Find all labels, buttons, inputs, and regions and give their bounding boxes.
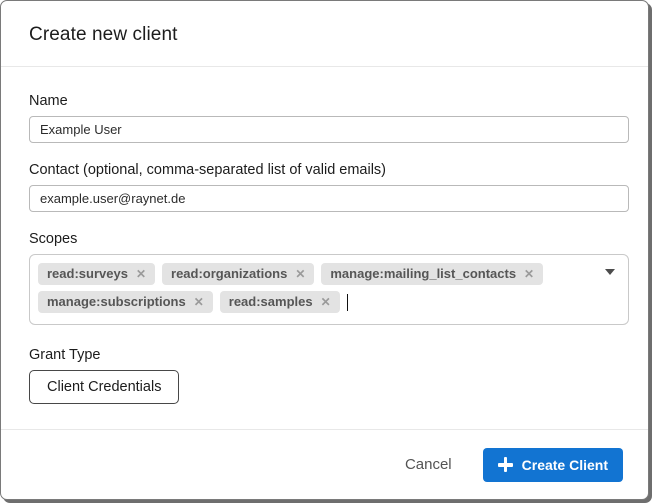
modal-body: Name Contact (optional, comma-separated … bbox=[1, 67, 648, 429]
remove-scope-icon[interactable]: ✕ bbox=[321, 296, 331, 308]
grant-type-select[interactable]: Client Credentials bbox=[29, 370, 179, 404]
remove-scope-icon[interactable]: ✕ bbox=[295, 268, 305, 280]
create-client-button[interactable]: Create Client bbox=[483, 448, 623, 482]
scope-tag: read:surveys ✕ bbox=[38, 263, 155, 285]
grant-type-label: Grant Type bbox=[29, 347, 620, 363]
text-cursor bbox=[347, 294, 348, 311]
modal-title: Create new client bbox=[29, 24, 620, 46]
scope-tag: read:samples ✕ bbox=[220, 291, 340, 313]
create-client-modal: Create new client Name Contact (optional… bbox=[0, 0, 649, 500]
scopes-field-group: Scopes read:surveys✕read:organizations✕m… bbox=[29, 231, 620, 325]
modal-header: Create new client bbox=[1, 1, 648, 67]
name-field-group: Name bbox=[29, 93, 620, 143]
name-input[interactable] bbox=[29, 116, 629, 143]
scope-tag-label: read:organizations bbox=[171, 266, 287, 281]
name-label: Name bbox=[29, 93, 620, 109]
chevron-down-icon[interactable] bbox=[605, 269, 615, 275]
scope-tag-label: read:samples bbox=[229, 294, 313, 309]
scope-tag-label: manage:subscriptions bbox=[47, 294, 186, 309]
modal-footer: Cancel Create Client bbox=[1, 429, 648, 499]
contact-input[interactable] bbox=[29, 185, 629, 212]
scope-tag-label: read:surveys bbox=[47, 266, 128, 281]
remove-scope-icon[interactable]: ✕ bbox=[194, 296, 204, 308]
scopes-multiselect[interactable]: read:surveys✕read:organizations✕manage:m… bbox=[29, 254, 629, 325]
contact-label: Contact (optional, comma-separated list … bbox=[29, 162, 620, 178]
scope-tag: read:organizations ✕ bbox=[162, 263, 314, 285]
scope-tag: manage:subscriptions ✕ bbox=[38, 291, 213, 313]
plus-icon bbox=[498, 457, 513, 472]
contact-field-group: Contact (optional, comma-separated list … bbox=[29, 162, 620, 212]
scopes-label: Scopes bbox=[29, 231, 620, 247]
remove-scope-icon[interactable]: ✕ bbox=[524, 268, 534, 280]
scope-tag: manage:mailing_list_contacts ✕ bbox=[321, 263, 543, 285]
grant-type-field-group: Grant Type Client Credentials bbox=[29, 347, 620, 404]
scope-tag-label: manage:mailing_list_contacts bbox=[330, 266, 516, 281]
create-client-button-label: Create Client bbox=[522, 457, 608, 473]
cancel-button[interactable]: Cancel bbox=[395, 450, 462, 479]
remove-scope-icon[interactable]: ✕ bbox=[136, 268, 146, 280]
